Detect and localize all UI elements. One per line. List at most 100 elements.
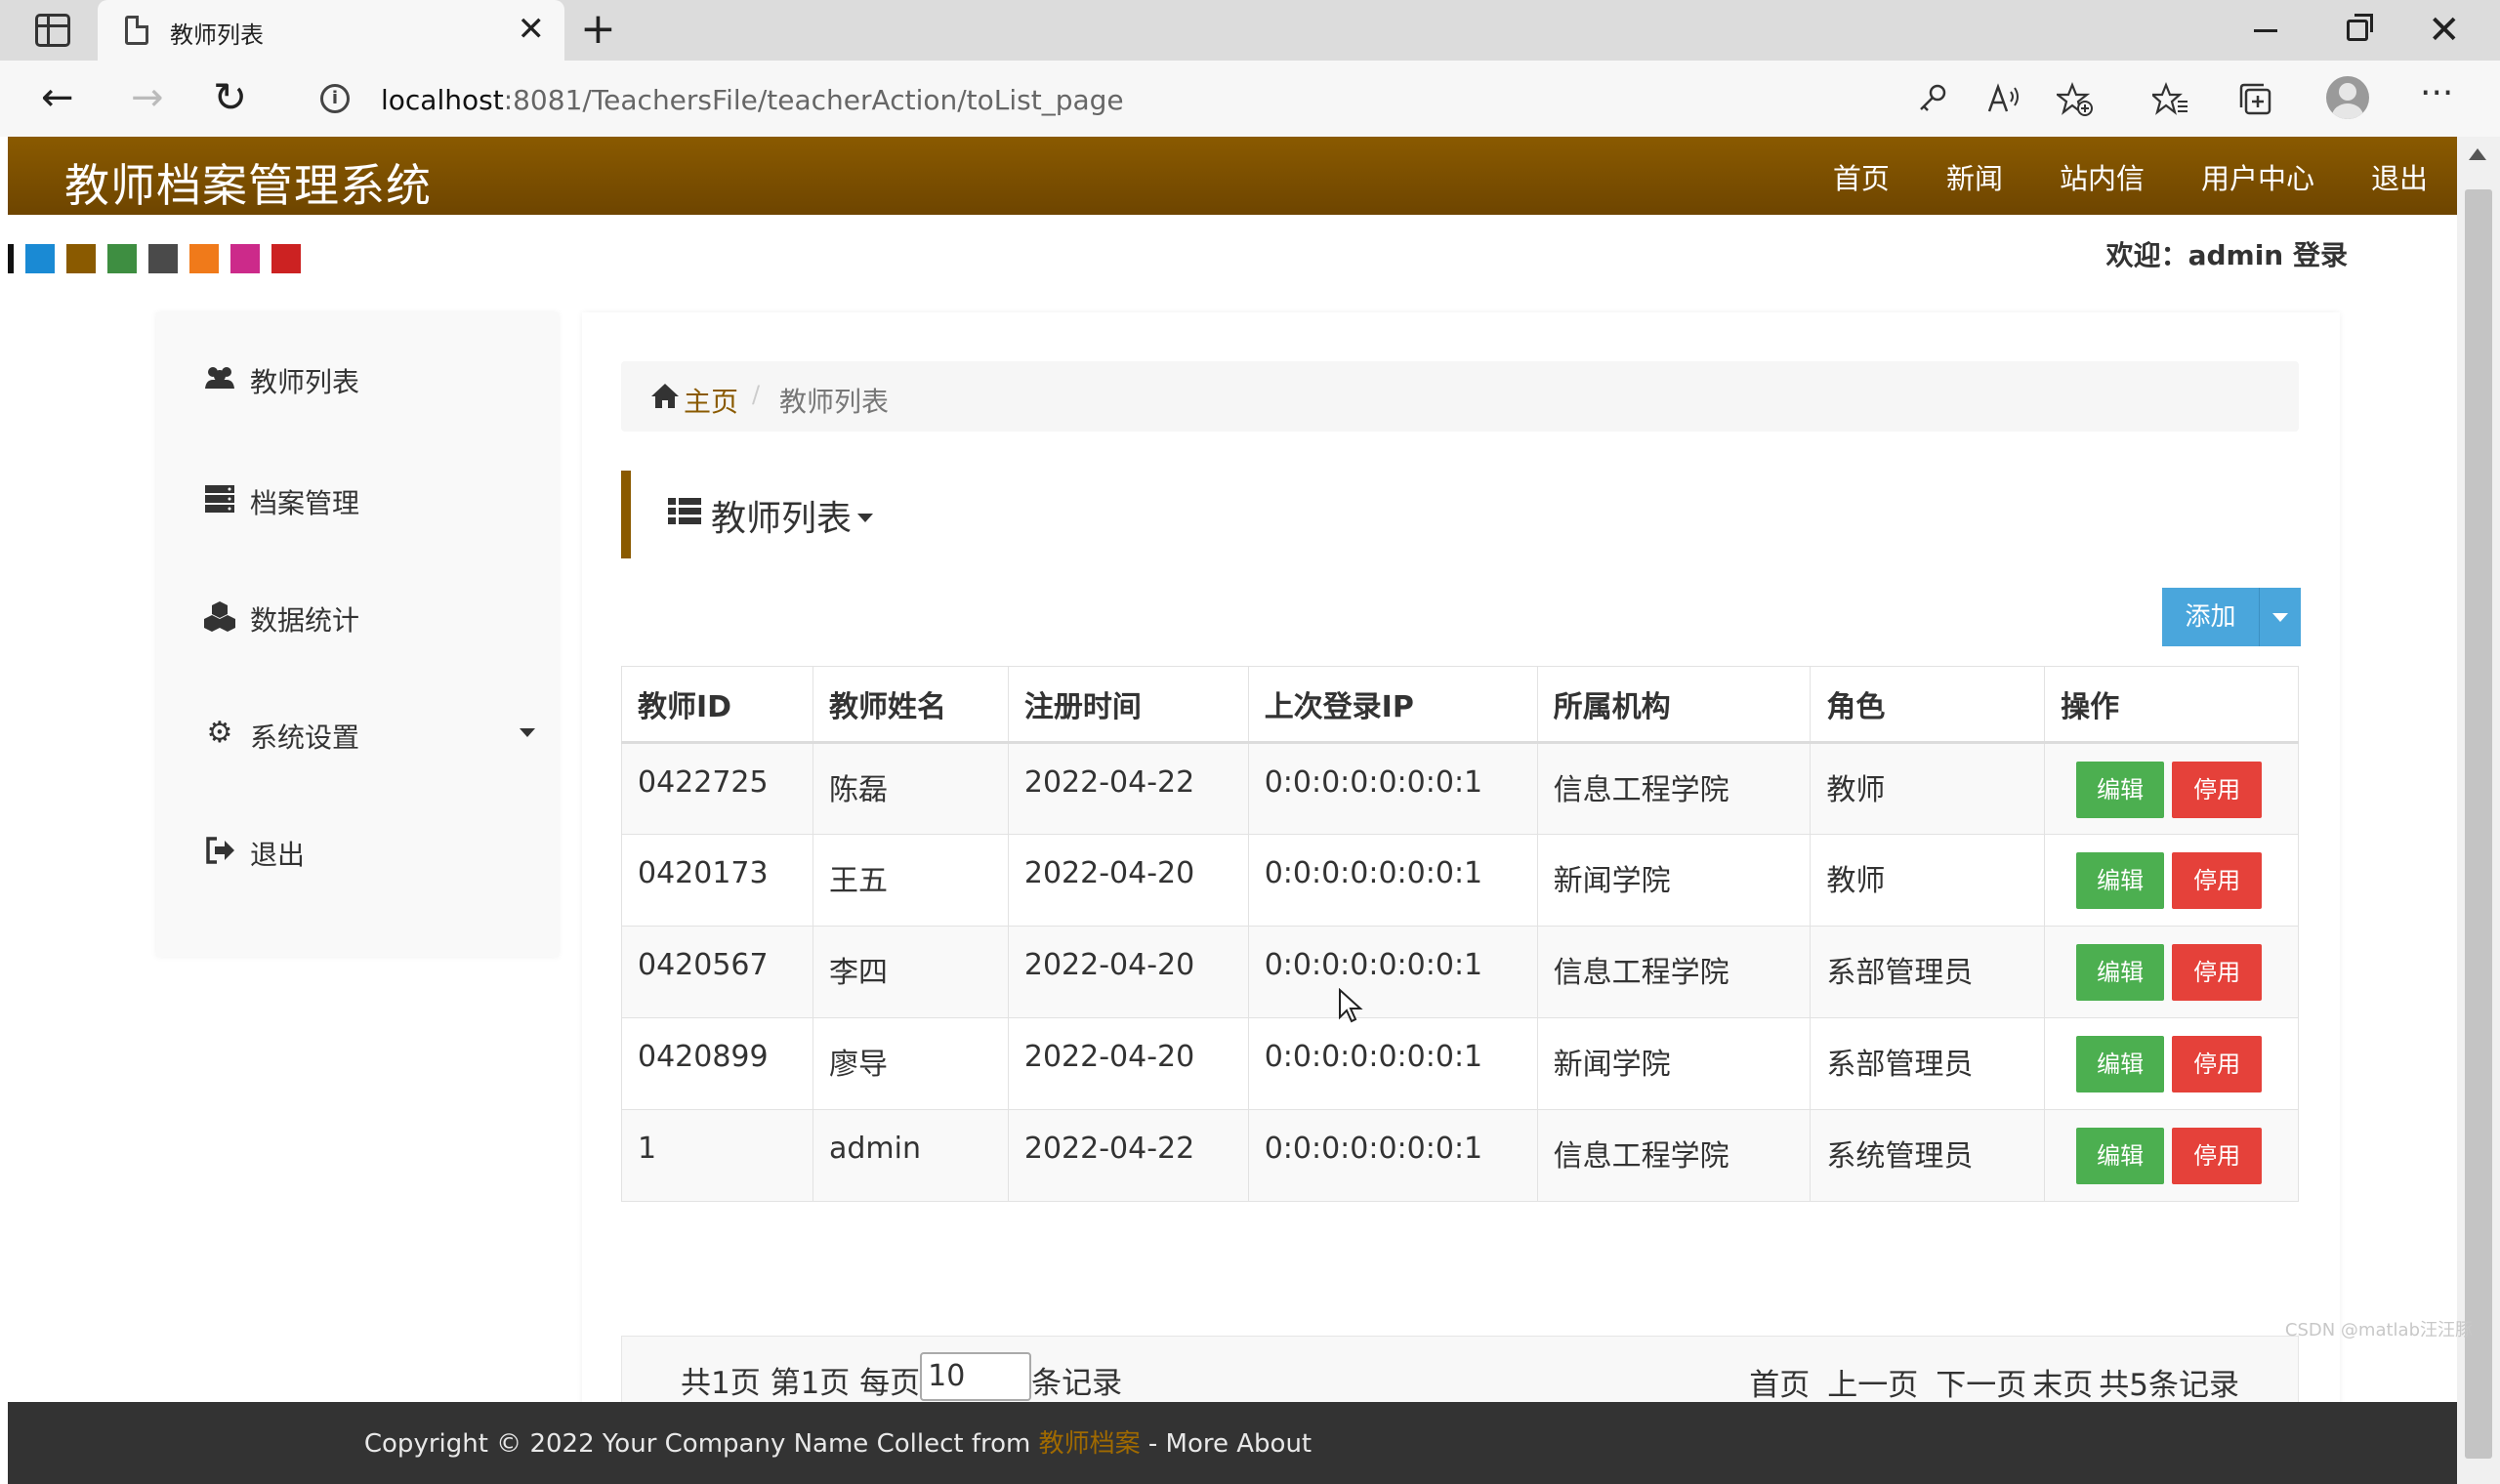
- footer-copyright: Copyright © 2022 Your Company Name Colle…: [8, 1423, 1668, 1460]
- cell-teacher-id: 0420899: [621, 1017, 813, 1110]
- sidebar-item-label: 系统设置: [250, 721, 360, 754]
- add-button[interactable]: 添加: [2162, 588, 2260, 646]
- cell-teacher-name: 廖导: [812, 1017, 1009, 1110]
- sidebar-item-statistics[interactable]: 数据统计: [203, 592, 535, 639]
- breadcrumb-separator: /: [752, 381, 761, 408]
- edit-button[interactable]: 编辑: [2076, 944, 2165, 1001]
- nav-messages[interactable]: 站内信: [2060, 156, 2145, 197]
- scroll-up-icon[interactable]: [2469, 148, 2486, 160]
- breadcrumb-home-link[interactable]: 主页: [684, 381, 738, 420]
- disable-button[interactable]: 停用: [2172, 1128, 2263, 1184]
- disable-button[interactable]: 停用: [2172, 852, 2263, 909]
- cell-institution: 信息工程学院: [1536, 1109, 1812, 1202]
- nav-news[interactable]: 新闻: [1946, 156, 2003, 197]
- cell-role: 系统管理员: [1810, 1109, 2046, 1202]
- nav-user-center[interactable]: 用户中心: [2201, 156, 2314, 197]
- watermark: CSDN @matlab汪汪豚: [2284, 1320, 2473, 1340]
- scrollbar-thumb[interactable]: [2465, 189, 2492, 1459]
- cell-role: 教师: [1810, 742, 2046, 835]
- site-info-icon[interactable]: i: [320, 84, 350, 113]
- url-text[interactable]: localhost:8081/TeachersFile/teacherActio…: [381, 84, 1124, 116]
- add-dropdown-toggle[interactable]: [2260, 588, 2301, 646]
- sidebar-item-label: 档案管理: [250, 487, 360, 519]
- minimize-icon[interactable]: [2254, 29, 2277, 32]
- cell-last-login-ip: 0:0:0:0:0:0:0:1: [1247, 834, 1538, 927]
- favorites-icon[interactable]: [2152, 82, 2189, 117]
- caret-down-icon: [857, 514, 873, 522]
- theme-swatch-magenta[interactable]: [230, 244, 260, 273]
- sidebar-item-teacher-list[interactable]: 教师列表: [203, 353, 535, 400]
- last-page-link[interactable]: 末页: [2032, 1360, 2093, 1404]
- sidebar-item-settings[interactable]: ⚙ 系统设置: [203, 709, 535, 756]
- col-header-role: 角色: [1810, 666, 2046, 744]
- chevron-down-icon: [520, 728, 535, 737]
- collections-icon[interactable]: [2238, 82, 2273, 117]
- url-field[interactable]: i localhost:8081/TeachersFile/teacherAct…: [285, 70, 2043, 127]
- table-row: 0422725 陈磊 2022-04-22 0:0:0:0:0:0:0:1 信息…: [621, 742, 2299, 835]
- table-header-row: 教师ID 教师姓名 注册时间 上次登录IP 所属机构 角色 操作: [621, 666, 2299, 744]
- main-content: 主页 / 教师列表 教师列表 添加 教师ID 教师姓名 注册时间 上次登录IP …: [582, 312, 2340, 1484]
- window-close-icon[interactable]: ✕: [2428, 6, 2461, 55]
- table-row: 0420899 廖导 2022-04-20 0:0:0:0:0:0:0:1 新闻…: [621, 1017, 2299, 1110]
- cell-teacher-id: 1: [621, 1109, 813, 1202]
- profile-avatar[interactable]: [2326, 76, 2369, 119]
- sidebar-item-archives[interactable]: 档案管理: [203, 474, 535, 521]
- cell-register-time: 2022-04-20: [1007, 926, 1249, 1018]
- cell-actions: 编辑 停用: [2044, 1017, 2299, 1110]
- cell-institution: 新闻学院: [1536, 834, 1812, 927]
- back-icon[interactable]: ←: [41, 74, 74, 121]
- add-button-group: 添加: [2162, 588, 2301, 646]
- page-scrollbar[interactable]: [2457, 137, 2500, 1484]
- restore-icon[interactable]: [2347, 14, 2373, 41]
- cell-teacher-name: admin: [812, 1109, 1009, 1202]
- cell-institution: 信息工程学院: [1536, 926, 1812, 1018]
- disable-button[interactable]: 停用: [2172, 944, 2263, 1001]
- sign-out-icon: [206, 837, 234, 864]
- cell-actions: 编辑 停用: [2044, 1109, 2299, 1202]
- cell-teacher-name: 陈磊: [812, 742, 1009, 835]
- tab-actions-icon[interactable]: [35, 14, 70, 47]
- table-row: 1 admin 2022-04-22 0:0:0:0:0:0:0:1 信息工程学…: [621, 1109, 2299, 1202]
- reload-icon[interactable]: ↻: [213, 74, 247, 121]
- nav-home[interactable]: 首页: [1833, 156, 1890, 197]
- browser-tab[interactable]: 教师列表 ✕: [98, 0, 564, 61]
- theme-swatch-blue[interactable]: [25, 244, 55, 273]
- disable-button[interactable]: 停用: [2172, 1036, 2263, 1092]
- cell-teacher-id: 0420173: [621, 834, 813, 927]
- url-host: localhost: [381, 84, 504, 116]
- page-icon: [125, 16, 148, 45]
- edit-button[interactable]: 编辑: [2076, 1036, 2165, 1092]
- cell-role: 系部管理员: [1810, 1017, 2046, 1110]
- theme-swatch-brown[interactable]: [66, 244, 96, 273]
- edit-button[interactable]: 编辑: [2076, 852, 2165, 909]
- first-page-link[interactable]: 首页: [1749, 1360, 1810, 1404]
- users-icon: [205, 367, 234, 389]
- edit-button[interactable]: 编辑: [2076, 1128, 2165, 1184]
- pagination-summary-suffix: 条记录: [1031, 1366, 1123, 1401]
- nav-logout[interactable]: 退出: [2371, 156, 2428, 197]
- key-icon[interactable]: [1916, 82, 1949, 115]
- section-header[interactable]: 教师列表: [621, 471, 1305, 558]
- tab-close-icon[interactable]: ✕: [518, 12, 546, 47]
- disable-button[interactable]: 停用: [2172, 762, 2263, 818]
- more-menu-icon[interactable]: ···: [2420, 74, 2453, 113]
- next-page-link[interactable]: 下一页: [1936, 1360, 2026, 1404]
- edit-button[interactable]: 编辑: [2076, 762, 2165, 818]
- forward-icon[interactable]: →: [131, 74, 164, 121]
- sidebar-item-logout[interactable]: 退出: [203, 826, 535, 873]
- theme-swatches: [8, 244, 301, 273]
- theme-swatch-black[interactable]: [8, 244, 14, 273]
- theme-swatch-red[interactable]: [271, 244, 301, 273]
- read-aloud-icon[interactable]: [1986, 82, 2021, 115]
- site-title: 教师档案管理系统: [64, 159, 432, 212]
- site-header: 教师档案管理系统 首页 新闻 站内信 用户中心 退出: [8, 137, 2457, 215]
- add-favorite-icon[interactable]: [2057, 82, 2094, 117]
- theme-swatch-green[interactable]: [107, 244, 137, 273]
- page-size-input[interactable]: [920, 1351, 1032, 1401]
- theme-swatch-gray[interactable]: [148, 244, 178, 273]
- theme-swatch-orange[interactable]: [189, 244, 219, 273]
- new-tab-icon[interactable]: +: [580, 8, 616, 51]
- footer-brand-link[interactable]: 教师档案: [1039, 1429, 1141, 1459]
- home-icon: [651, 384, 679, 408]
- prev-page-link[interactable]: 上一页: [1827, 1360, 1918, 1404]
